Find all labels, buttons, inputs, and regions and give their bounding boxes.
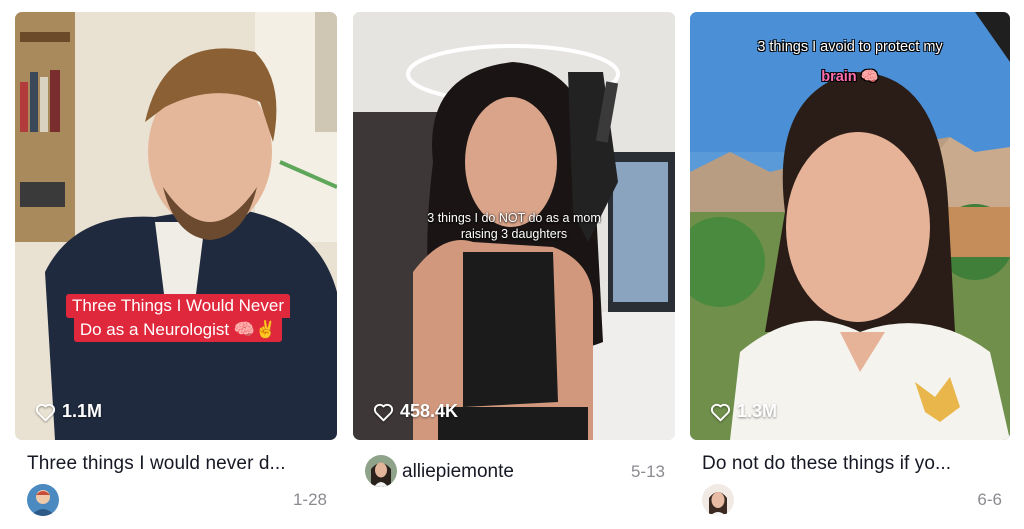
video-date: 6-6 [977,490,1002,509]
video-date: 5-13 [630,462,665,481]
caption-line-1: 3 things I avoid to protect my [757,39,943,55]
caption-line-2: raising 3 daughters [460,227,568,241]
like-count-text: 1.3M [737,401,778,421]
heart-outline-icon [373,403,394,421]
caption-line-1: Three Things I Would Never [66,294,290,318]
video-title-1[interactable]: Three things I would never d... [27,453,327,475]
caption-line-2: Do as a Neurologist 🧠✌️ [73,318,283,342]
caption-line-1: 3 things I do NOT do as a mom [427,211,601,225]
video-title-3[interactable]: Do not do these things if yo... [702,453,1002,475]
creator-username[interactable]: alliepiemonte [402,461,514,483]
video-meta-3: 6-6 [702,484,1002,516]
video-card-3[interactable]: 3 things I avoid to protect my brain 🧠 1… [690,12,1010,518]
video-meta-2: alliepiemonte 5-13 [365,455,665,489]
video-card-1[interactable]: Three Things I Would Never Do as a Neuro… [15,12,337,518]
video-thumbnail-1[interactable]: Three Things I Would Never Do as a Neuro… [15,12,337,440]
caption-line-2: brain 🧠 [821,69,879,85]
heart-outline-icon [35,403,56,421]
like-count-1: 1.1M [35,401,102,422]
video-thumbnail-3[interactable]: 3 things I avoid to protect my brain 🧠 1… [690,12,1010,440]
avatar[interactable] [702,484,734,516]
video-caption-overlay-1: Three Things I Would Never Do as a Neuro… [55,294,301,342]
heart-outline-icon [710,403,731,421]
like-count-text: 1.1M [62,401,103,421]
video-card-2[interactable]: 3 things I do NOT do as a mom raising 3 … [353,12,675,518]
video-caption-overlay-3: 3 things I avoid to protect my brain 🧠 [690,32,1010,92]
like-count-3: 1.3M [710,401,777,422]
video-caption-overlay-2: 3 things I do NOT do as a mom raising 3 … [383,210,645,242]
like-count-2: 458.4K [373,401,458,422]
like-count-text: 458.4K [400,401,459,421]
video-date: 1-28 [292,490,327,509]
video-thumbnail-2[interactable]: 3 things I do NOT do as a mom raising 3 … [353,12,675,440]
avatar[interactable] [27,484,59,516]
video-meta-1: 1-28 [27,484,327,516]
avatar[interactable] [365,455,397,487]
thumbnail-image-neurologist [15,12,337,440]
